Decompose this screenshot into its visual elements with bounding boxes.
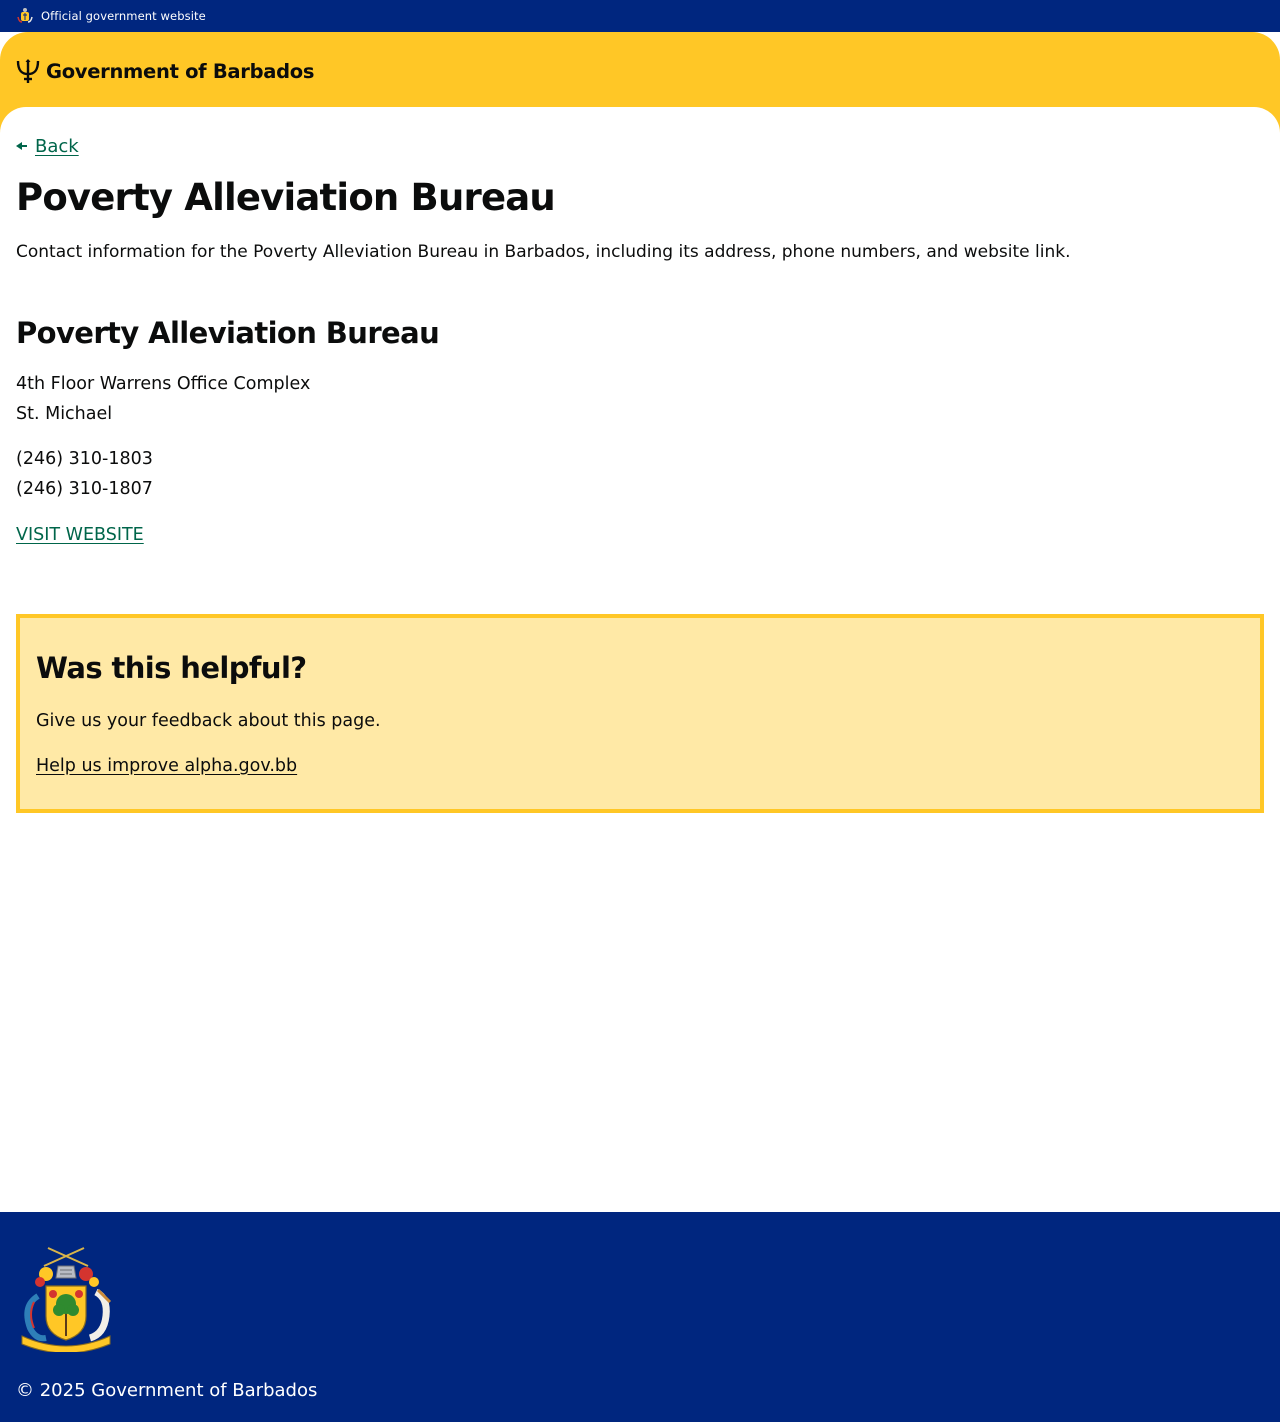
official-website-label: Official government website	[41, 9, 206, 23]
address-line: St. Michael	[16, 404, 113, 424]
back-link[interactable]: Back	[16, 134, 79, 158]
copyright: © 2025 Government of Barbados	[16, 1380, 318, 1401]
contact-phones: (246) 310-1803 (246) 310-1807	[16, 444, 153, 504]
feedback-text: Give us your feedback about this page.	[36, 711, 381, 731]
brand-name: Government of Barbados	[46, 59, 315, 83]
back-label: Back	[35, 135, 79, 157]
contact-name: Poverty Alleviation Bureau	[16, 316, 440, 350]
feedback-panel: Was this helpful? Give us your feedback …	[16, 614, 1264, 813]
coat-of-arms-icon	[16, 1244, 116, 1354]
official-banner: Official government website	[0, 0, 1280, 32]
address-line: 4th Floor Warrens Office Complex	[16, 374, 311, 394]
brand-home-link[interactable]: Government of Barbados	[16, 57, 314, 85]
page-description: Contact information for the Poverty Alle…	[16, 242, 1071, 262]
trident-icon	[16, 58, 40, 84]
page-title: Poverty Alleviation Bureau	[16, 176, 556, 219]
feedback-title: Was this helpful?	[36, 651, 307, 685]
phone-number: (246) 310-1807	[16, 479, 153, 499]
contact-address: 4th Floor Warrens Office Complex St. Mic…	[16, 369, 310, 429]
crest-icon	[16, 7, 34, 25]
phone-number: (246) 310-1803	[16, 449, 153, 469]
visit-website-link[interactable]: VISIT WEBSITE	[16, 520, 144, 550]
site-footer: © 2025 Government of Barbados	[0, 1212, 1280, 1422]
feedback-link[interactable]: Help us improve alpha.gov.bb	[36, 751, 297, 781]
arrow-left-icon	[16, 141, 28, 151]
